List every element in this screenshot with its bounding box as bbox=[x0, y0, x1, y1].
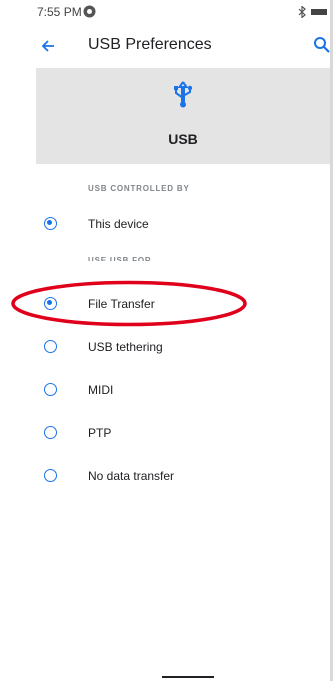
option-ptp[interactable]: PTP bbox=[36, 413, 330, 453]
usb-header: USB bbox=[36, 68, 330, 164]
radio-button[interactable] bbox=[44, 383, 57, 396]
radio-button[interactable] bbox=[44, 469, 57, 482]
radio-button[interactable] bbox=[44, 297, 57, 310]
battery-icon bbox=[311, 9, 327, 15]
section-header-use-for: USE USB FOR bbox=[88, 256, 152, 265]
option-label: No data transfer bbox=[88, 469, 175, 483]
option-usb-tethering[interactable]: USB tethering bbox=[36, 327, 330, 367]
app-bar: USB Preferences bbox=[0, 24, 330, 68]
search-icon[interactable] bbox=[312, 35, 332, 55]
option-label: File Transfer bbox=[88, 297, 155, 311]
bluetooth-icon bbox=[298, 6, 306, 18]
header-title: USB bbox=[168, 131, 198, 147]
app-notification-icon bbox=[83, 5, 96, 18]
navigation-handle[interactable] bbox=[162, 676, 214, 678]
radio-button[interactable] bbox=[44, 217, 57, 230]
option-file-transfer[interactable]: File Transfer bbox=[36, 284, 330, 324]
radio-button[interactable] bbox=[44, 340, 57, 353]
back-button[interactable] bbox=[36, 34, 60, 58]
option-midi[interactable]: MIDI bbox=[36, 370, 330, 410]
section-header-controlled-by: USB CONTROLLED BY bbox=[88, 184, 190, 193]
phone-screen: 7:55 PM USB Preferences USB USB CONTROLL… bbox=[0, 0, 333, 681]
status-time: 7:55 PM bbox=[37, 5, 82, 19]
option-label: PTP bbox=[88, 426, 112, 440]
usb-icon bbox=[174, 81, 193, 108]
radio-button[interactable] bbox=[44, 426, 57, 439]
option-label: This device bbox=[88, 217, 149, 231]
option-this-device[interactable]: This device bbox=[36, 204, 330, 244]
arrow-left-icon bbox=[41, 40, 54, 52]
option-label: MIDI bbox=[88, 383, 114, 397]
option-no-data-transfer[interactable]: No data transfer bbox=[36, 456, 330, 496]
option-label: USB tethering bbox=[88, 340, 163, 354]
page-title: USB Preferences bbox=[88, 36, 212, 53]
status-bar: 7:55 PM bbox=[0, 0, 330, 24]
